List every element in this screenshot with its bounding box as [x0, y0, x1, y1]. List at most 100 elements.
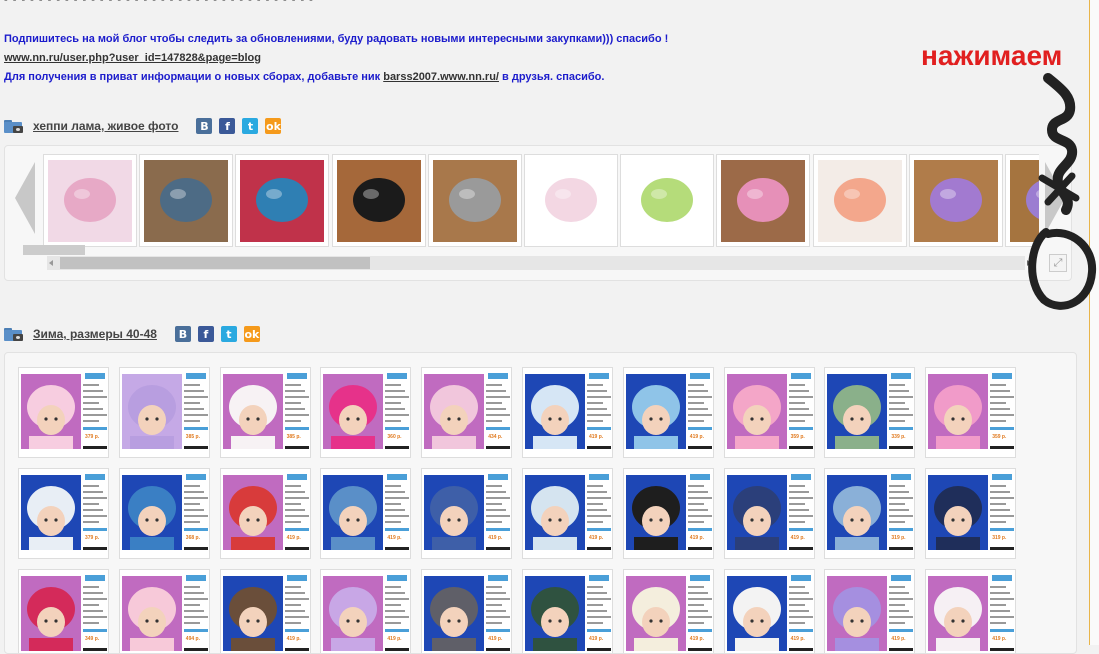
- product-info: 419 р.: [687, 472, 713, 557]
- private-note-suffix: в друзья. спасибо.: [498, 71, 605, 83]
- product-info: 368 р.: [183, 472, 209, 557]
- vk-share-icon[interactable]: В: [174, 326, 191, 342]
- product-card[interactable]: 419 р.: [522, 569, 613, 653]
- product-photo: [121, 475, 182, 550]
- share-buttons: В f t ok: [196, 118, 282, 134]
- product-card[interactable]: 419 р.: [219, 468, 311, 559]
- carousel-thumb[interactable]: [43, 154, 137, 247]
- product-card[interactable]: 419 р.: [824, 569, 916, 653]
- carousel-thumb[interactable]: [524, 154, 618, 247]
- product-price: 419 р.: [790, 535, 805, 541]
- page-right-margin: [1090, 0, 1099, 645]
- scroll-left-arrow-icon[interactable]: [49, 260, 53, 266]
- product-card[interactable]: 339 р.: [824, 367, 916, 458]
- blog-link[interactable]: www.nn.ru/user.php?user_id=147828&page=b…: [4, 52, 261, 64]
- expand-icon[interactable]: ⤢: [1049, 254, 1067, 272]
- product-info: 419 р.: [284, 472, 310, 557]
- product-card[interactable]: 368 р.: [118, 468, 210, 559]
- scroll-right-arrow-icon[interactable]: [1027, 260, 1031, 266]
- product-price: 419 р.: [286, 636, 301, 642]
- carousel-thumb[interactable]: [139, 154, 234, 247]
- product-info: 359 р.: [989, 371, 1015, 456]
- product-info: 419 р.: [788, 472, 814, 557]
- product-price: 359 р.: [992, 434, 1007, 440]
- product-card[interactable]: 385 р.: [219, 367, 311, 458]
- carousel-thumbnails: [43, 154, 1039, 247]
- carousel-thumb[interactable]: [716, 154, 811, 247]
- product-photo: [21, 374, 81, 449]
- product-info: 419 р.: [687, 573, 713, 653]
- product-info: 419 р.: [989, 573, 1015, 653]
- product-card[interactable]: 419 р.: [622, 569, 714, 653]
- product-info: 339 р.: [888, 371, 914, 456]
- product-card[interactable]: 419 р.: [925, 569, 1017, 653]
- product-card[interactable]: 349 р.: [18, 569, 109, 653]
- photo-folder-icon: [4, 119, 24, 134]
- facebook-share-icon[interactable]: f: [219, 118, 236, 134]
- nick-link[interactable]: barss2007.www.nn.ru/: [383, 71, 499, 83]
- product-card[interactable]: 360 р.: [320, 367, 412, 458]
- odnoklassniki-share-icon[interactable]: ok: [243, 326, 260, 342]
- product-card[interactable]: 419 р.: [622, 367, 714, 458]
- album-title-lama[interactable]: хеппи лама, живое фото: [33, 119, 178, 133]
- product-card[interactable]: 379 р.: [18, 367, 109, 458]
- vk-share-icon[interactable]: В: [196, 118, 213, 134]
- product-card[interactable]: 319 р.: [824, 468, 916, 559]
- carousel-thumb[interactable]: [1005, 154, 1039, 247]
- product-info: 349 р.: [82, 573, 108, 653]
- carousel-scrollbar-thumb[interactable]: [60, 257, 370, 269]
- product-photo: [928, 475, 989, 550]
- product-card[interactable]: 419 р.: [320, 468, 412, 559]
- product-info: 419 р.: [687, 371, 713, 456]
- product-price: 434 р.: [488, 434, 503, 440]
- carousel-thumb[interactable]: [331, 154, 426, 247]
- product-info: 360 р.: [384, 371, 410, 456]
- carousel-next-arrow-icon[interactable]: [1045, 162, 1065, 234]
- thumb-photo: [48, 159, 132, 242]
- product-card[interactable]: 419 р.: [622, 468, 714, 559]
- carousel-thumb[interactable]: [908, 154, 1003, 247]
- product-card[interactable]: 419 р.: [723, 569, 815, 653]
- product-photo: [121, 374, 182, 449]
- product-photo: [424, 576, 485, 651]
- odnoklassniki-share-icon[interactable]: ok: [265, 118, 282, 134]
- product-card[interactable]: 359 р.: [723, 367, 815, 458]
- product-card[interactable]: 419 р.: [723, 468, 815, 559]
- twitter-share-icon[interactable]: t: [242, 118, 259, 134]
- album-title-winter[interactable]: Зима, размеры 40-48: [33, 327, 157, 341]
- carousel-selected-indicator: [23, 245, 85, 255]
- product-card[interactable]: 379 р.: [18, 468, 109, 559]
- product-card[interactable]: 419 р.: [320, 569, 412, 653]
- product-photo: [424, 374, 485, 449]
- product-card[interactable]: 419 р.: [522, 468, 613, 559]
- product-price: 419 р.: [689, 535, 704, 541]
- carousel-thumb[interactable]: [812, 154, 907, 247]
- thumb-photo: [432, 159, 517, 242]
- product-grid: 379 р. 385 р. 385 р. 360 р. 434 р. 419 р. 419 …: [4, 352, 1077, 654]
- carousel-thumb[interactable]: [620, 154, 715, 247]
- product-price: 419 р.: [488, 636, 503, 642]
- product-info: 319 р.: [888, 472, 914, 557]
- product-info: 419 р.: [888, 573, 914, 653]
- product-info: 419 р.: [384, 573, 410, 653]
- product-card[interactable]: 434 р.: [421, 367, 513, 458]
- product-photo: [222, 576, 283, 651]
- product-photo: [424, 475, 485, 550]
- product-photo: [625, 374, 686, 449]
- product-card[interactable]: 319 р.: [925, 468, 1017, 559]
- carousel-prev-arrow-icon[interactable]: [15, 162, 35, 234]
- product-card[interactable]: 419 р.: [421, 468, 513, 559]
- private-info-note: Для получения в приват информации о новы…: [4, 71, 604, 83]
- twitter-share-icon[interactable]: t: [220, 326, 237, 342]
- cut-off-text: ‐ ‐ ‐ ‐ ‐ ‐ ‐ ‐ ‐ ‐ ‐ ‐ ‐ ‐ ‐ ‐ ‐ ‐ ‐ ‐ …: [4, 0, 314, 6]
- product-card[interactable]: 359 р.: [925, 367, 1017, 458]
- product-card[interactable]: 494 р.: [118, 569, 210, 653]
- product-photo: [222, 475, 283, 550]
- product-card[interactable]: 419 р.: [522, 367, 613, 458]
- product-card[interactable]: 419 р.: [219, 569, 311, 653]
- product-card[interactable]: 385 р.: [118, 367, 210, 458]
- carousel-thumb[interactable]: [427, 154, 522, 247]
- product-card[interactable]: 419 р.: [421, 569, 513, 653]
- carousel-thumb[interactable]: [235, 154, 330, 247]
- facebook-share-icon[interactable]: f: [197, 326, 214, 342]
